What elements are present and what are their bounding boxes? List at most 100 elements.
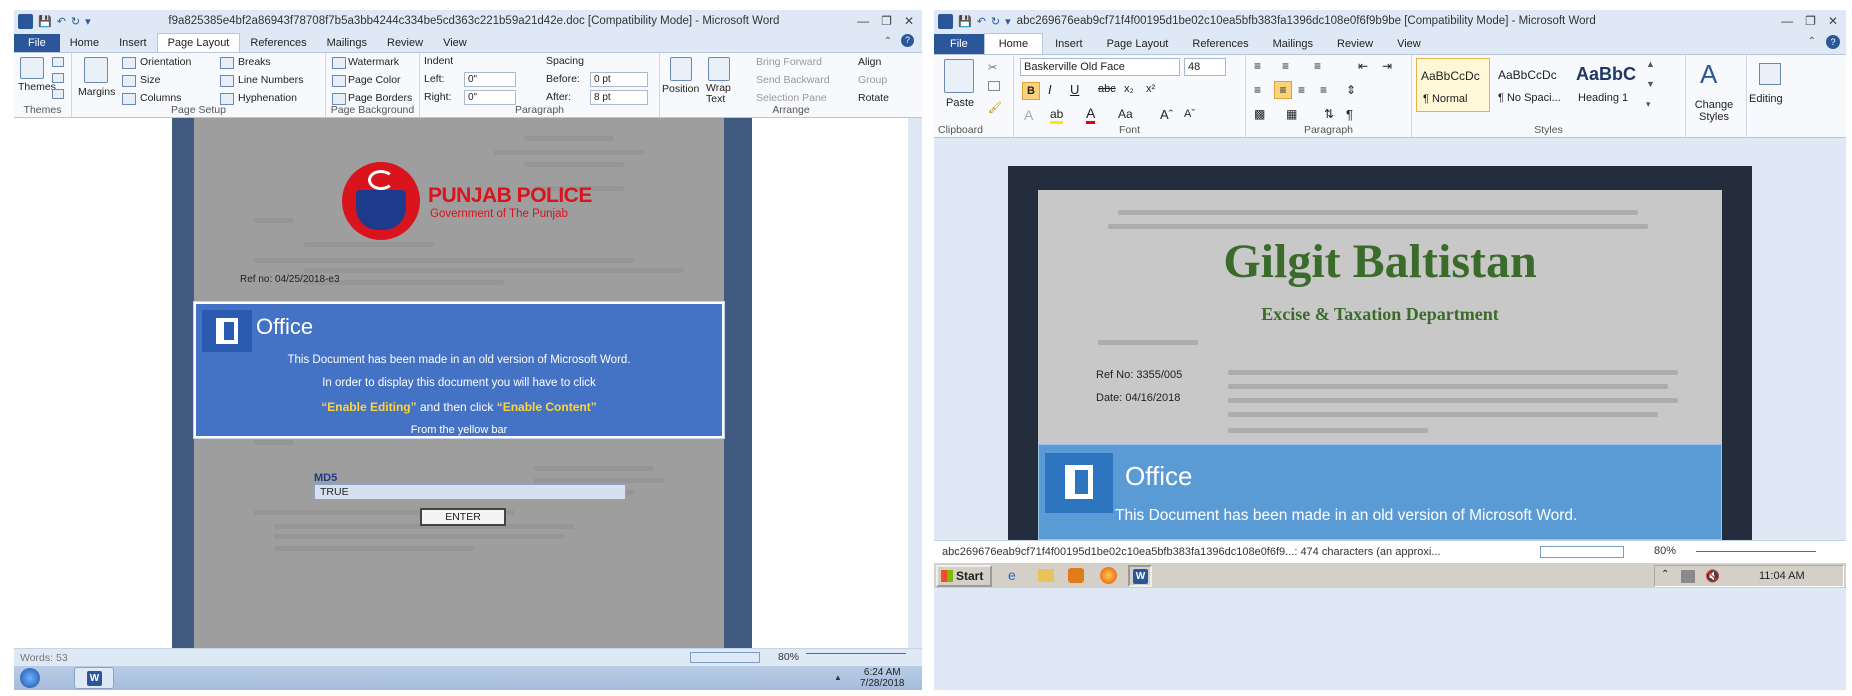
help-icon[interactable]: ? xyxy=(901,34,914,47)
copy-icon[interactable] xyxy=(988,81,1000,91)
tab-mailings[interactable]: Mailings xyxy=(1261,34,1325,54)
indent-left-input[interactable]: 0" xyxy=(464,72,516,87)
underline-icon[interactable]: U xyxy=(1070,82,1079,97)
italic-icon[interactable]: I xyxy=(1048,82,1052,97)
network-icon[interactable] xyxy=(1681,570,1695,583)
zoom-level[interactable]: 80% xyxy=(778,651,799,663)
margins-button[interactable]: Margins xyxy=(78,86,115,98)
save-icon[interactable]: 💾 xyxy=(958,15,972,28)
undo-icon[interactable]: ↶ xyxy=(57,15,66,28)
position-button[interactable]: Position xyxy=(662,83,699,95)
taskbar-word-icon[interactable]: W xyxy=(1128,565,1152,587)
help-icon[interactable]: ? xyxy=(1826,35,1840,49)
styles-scroll-up-icon[interactable]: ▲ xyxy=(1646,59,1655,69)
size-button[interactable]: Size xyxy=(140,74,160,86)
spacing-before-input[interactable]: 0 pt xyxy=(590,72,648,87)
bold-icon[interactable]: B xyxy=(1022,82,1040,100)
close-icon[interactable]: ✕ xyxy=(1828,14,1838,28)
strikethrough-icon[interactable]: abc xyxy=(1098,83,1116,95)
decrease-indent-icon[interactable]: ⇤ xyxy=(1358,59,1368,73)
align-center-icon[interactable]: ≡ xyxy=(1274,81,1292,99)
view-buttons[interactable] xyxy=(1540,546,1624,558)
watermark-button[interactable]: Watermark xyxy=(348,56,399,68)
shading-icon[interactable]: ▩ xyxy=(1254,107,1265,121)
tab-view[interactable]: View xyxy=(1385,34,1433,54)
tab-review[interactable]: Review xyxy=(377,34,433,52)
start-orb-icon[interactable] xyxy=(20,668,40,688)
zoom-slider[interactable] xyxy=(806,653,906,654)
restore-icon[interactable]: ❐ xyxy=(881,14,892,28)
tray-expand-icon[interactable]: ⌃ xyxy=(1661,569,1669,580)
enter-button[interactable]: ENTER xyxy=(420,508,506,526)
wrap-text-icon[interactable] xyxy=(708,57,730,81)
line-numbers-button[interactable]: Line Numbers xyxy=(238,74,303,86)
format-painter-icon[interactable]: 🖌 xyxy=(988,101,1002,114)
effects-icon[interactable] xyxy=(52,89,64,99)
tab-insert[interactable]: Insert xyxy=(109,34,157,52)
document-info[interactable]: abc269676eab9cf71f4f00195d1be02c10ea5bfb… xyxy=(934,546,1520,558)
style-no-spacing[interactable]: AaBbCcDc ¶ No Spaci... xyxy=(1494,58,1568,112)
folder-icon[interactable] xyxy=(1038,569,1054,582)
clock-time[interactable]: 11:04 AM xyxy=(1759,570,1805,582)
zoom-slider[interactable] xyxy=(1696,551,1816,552)
clock[interactable]: 6:24 AM 7/28/2018 xyxy=(860,667,905,689)
close-icon[interactable]: ✕ xyxy=(904,14,914,28)
firefox-icon[interactable] xyxy=(1100,567,1117,584)
font-size-select[interactable]: 48 xyxy=(1184,58,1226,76)
page-color-button[interactable]: Page Color xyxy=(348,74,401,86)
breaks-button[interactable]: Breaks xyxy=(238,56,271,68)
themes-icon[interactable] xyxy=(20,57,44,79)
change-case-icon[interactable]: Aa xyxy=(1118,107,1133,121)
hyphenation-button[interactable]: Hyphenation xyxy=(238,92,297,104)
fonts-icon[interactable] xyxy=(52,73,64,83)
borders-icon[interactable]: ▦ xyxy=(1286,107,1297,121)
numbering-icon[interactable]: ≡ xyxy=(1282,59,1289,73)
md5-field[interactable]: TRUE xyxy=(314,484,626,500)
font-color-icon[interactable]: A xyxy=(1086,105,1096,124)
tab-references[interactable]: References xyxy=(240,34,316,52)
margins-icon[interactable] xyxy=(84,57,108,83)
superscript-icon[interactable]: x² xyxy=(1146,83,1155,95)
styles-more-icon[interactable]: ▾ xyxy=(1646,99,1651,110)
tab-view[interactable]: View xyxy=(433,34,477,52)
tray-expand-icon[interactable]: ▲ xyxy=(834,673,842,682)
word-app-icon[interactable]: W xyxy=(18,13,33,29)
font-name-select[interactable]: Baskerville Old Face xyxy=(1020,58,1180,76)
save-icon[interactable]: 💾 xyxy=(38,15,52,28)
wrap-text-button[interactable]: Wrap Text xyxy=(706,83,736,105)
minimize-icon[interactable]: — xyxy=(1781,14,1793,28)
collapse-ribbon-icon[interactable]: ⌃ xyxy=(1808,36,1816,47)
multilevel-list-icon[interactable]: ≡ xyxy=(1314,59,1321,73)
page-borders-button[interactable]: Page Borders xyxy=(348,92,412,104)
cut-icon[interactable]: ✂ xyxy=(988,61,997,74)
style-heading-1[interactable]: AaBbC Heading 1 xyxy=(1572,58,1642,112)
redo-icon[interactable]: ↻ xyxy=(991,15,1000,28)
grow-font-icon[interactable]: Aˆ xyxy=(1160,107,1173,122)
highlight-icon[interactable]: ab xyxy=(1050,107,1064,124)
paste-icon[interactable] xyxy=(944,59,974,93)
show-marks-icon[interactable]: ¶ xyxy=(1346,107,1353,122)
paste-button[interactable]: Paste xyxy=(946,97,974,109)
orientation-button[interactable]: Orientation xyxy=(140,56,191,68)
tab-mailings[interactable]: Mailings xyxy=(317,34,377,52)
word-app-icon[interactable]: W xyxy=(938,13,953,29)
minimize-icon[interactable]: — xyxy=(857,14,869,28)
tab-insert[interactable]: Insert xyxy=(1043,34,1095,54)
increase-indent-icon[interactable]: ⇥ xyxy=(1382,59,1392,73)
sort-icon[interactable]: ⇅ xyxy=(1324,107,1334,121)
tab-file[interactable]: File xyxy=(14,34,60,52)
tab-references[interactable]: References xyxy=(1180,34,1260,54)
align-right-icon[interactable]: ≡ xyxy=(1298,83,1305,97)
columns-button[interactable]: Columns xyxy=(140,92,181,104)
bring-forward-button[interactable]: Bring Forward xyxy=(756,56,822,68)
view-buttons[interactable] xyxy=(690,652,760,663)
editing-button[interactable]: Editing xyxy=(1746,55,1794,139)
start-button[interactable]: Start xyxy=(936,565,992,587)
undo-icon[interactable]: ↶ xyxy=(977,15,986,28)
align-left-icon[interactable]: ≡ xyxy=(1254,83,1261,97)
rotate-button[interactable]: Rotate xyxy=(858,92,889,104)
volume-muted-icon[interactable]: 🔇 xyxy=(1705,569,1720,583)
collapse-ribbon-icon[interactable]: ⌃ xyxy=(884,36,892,47)
tab-file[interactable]: File xyxy=(934,34,984,54)
line-spacing-icon[interactable]: ⇕ xyxy=(1346,83,1356,97)
